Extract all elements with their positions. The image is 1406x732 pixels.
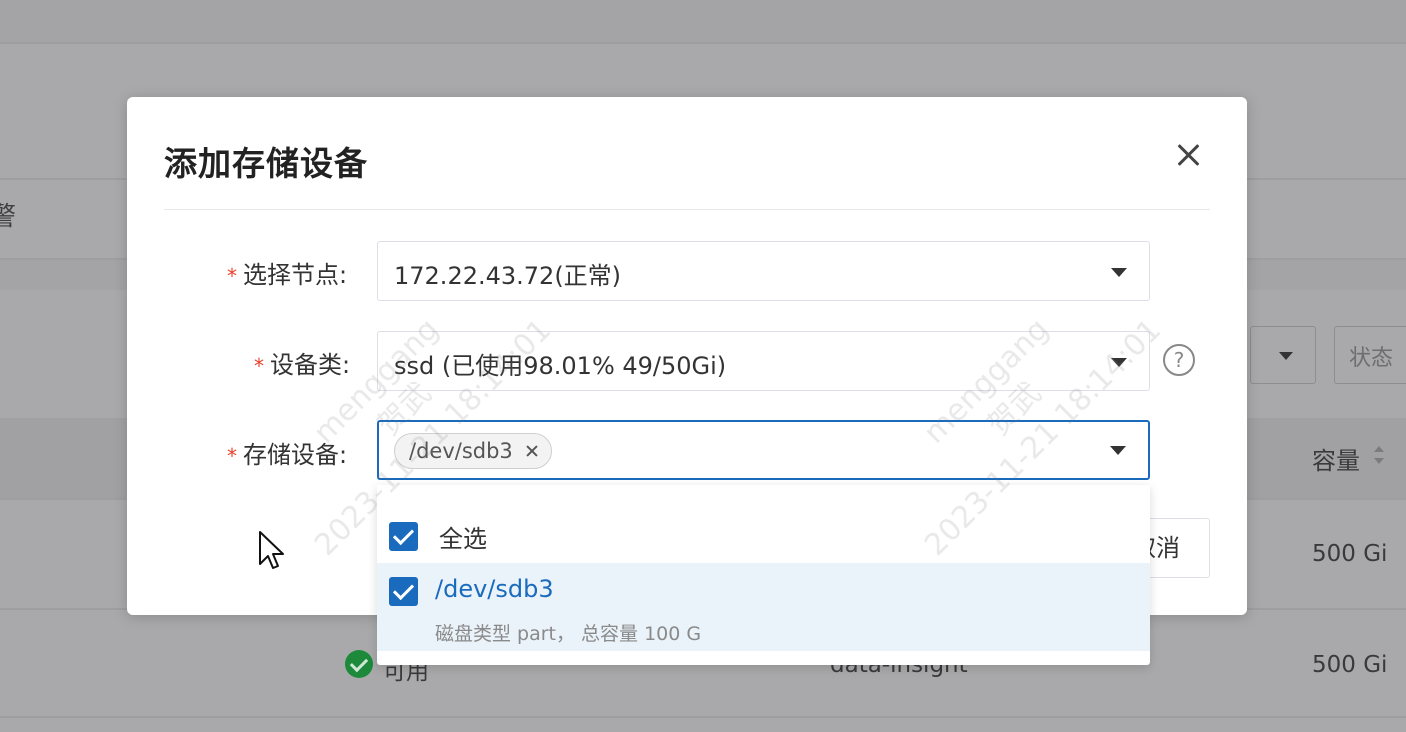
mouse-cursor-icon <box>259 531 284 569</box>
select-all-label: 全选 <box>439 525 487 553</box>
status-ok-icon <box>345 650 373 678</box>
bg-header-band <box>0 0 1406 42</box>
bg-filter-caret-icon <box>1279 352 1293 360</box>
required-marker: * <box>227 264 237 288</box>
device-option-detail: 磁盘类型 part， 总容量 100 G <box>435 623 702 645</box>
bg-status-filter[interactable]: 状态 <box>1334 326 1406 384</box>
sort-desc-icon[interactable] <box>1374 458 1384 464</box>
select-all-option[interactable]: 全选 <box>377 503 1150 563</box>
node-label-text: 选择节点: <box>243 261 348 289</box>
chevron-down-icon <box>1111 268 1127 277</box>
bg-column-capacity[interactable]: 容量 <box>1312 441 1360 476</box>
required-marker: * <box>254 354 264 378</box>
selected-tag: /dev/sdb3 <box>394 433 552 469</box>
selected-tag-label: /dev/sdb3 <box>409 439 513 463</box>
chevron-down-icon <box>1111 358 1127 367</box>
storage-device-label-text: 存储设备: <box>243 441 348 469</box>
dialog-divider <box>164 209 1210 210</box>
required-marker: * <box>227 444 237 468</box>
bg-filter-select[interactable] <box>1250 326 1316 384</box>
chevron-down-icon <box>1110 446 1126 455</box>
sort-asc-icon[interactable] <box>1374 446 1384 452</box>
node-select-value: 172.22.43.72(正常) <box>394 262 622 290</box>
device-class-label-text: 设备类: <box>270 351 351 379</box>
storage-device-label: * 存储设备: <box>227 435 347 470</box>
remove-tag-icon[interactable] <box>525 444 539 458</box>
dialog-title: 添加存储设备 <box>164 144 368 183</box>
help-icon[interactable]: ? <box>1163 344 1195 376</box>
bg-divider <box>0 716 1406 718</box>
bg-row-capacity: 500 Gi <box>1312 541 1388 567</box>
storage-device-multiselect[interactable]: /dev/sdb3 <box>377 420 1150 480</box>
bg-row-capacity: 500 Gi <box>1312 652 1388 678</box>
device-option-label: /dev/sdb3 <box>435 575 554 603</box>
bg-left-heading: 警 <box>0 202 17 232</box>
device-class-label: * 设备类: <box>254 345 350 380</box>
device-option[interactable]: /dev/sdb3 磁盘类型 part， 总容量 100 G <box>377 563 1150 651</box>
checkbox-checked-icon[interactable] <box>389 522 418 551</box>
checkbox-checked-icon[interactable] <box>389 577 418 606</box>
bg-divider <box>0 42 1406 44</box>
bg-status-filter-placeholder: 状态 <box>1349 346 1394 371</box>
storage-device-dropdown: 全选 /dev/sdb3 磁盘类型 part， 总容量 100 G <box>377 485 1150 665</box>
device-class-select-value: ssd (已使用98.01% 49/50Gi) <box>394 352 727 380</box>
device-class-select[interactable]: ssd (已使用98.01% 49/50Gi) <box>377 331 1150 391</box>
node-select[interactable]: 172.22.43.72(正常) <box>377 241 1150 301</box>
close-icon[interactable] <box>1174 141 1202 169</box>
node-label: * 选择节点: <box>227 255 347 290</box>
